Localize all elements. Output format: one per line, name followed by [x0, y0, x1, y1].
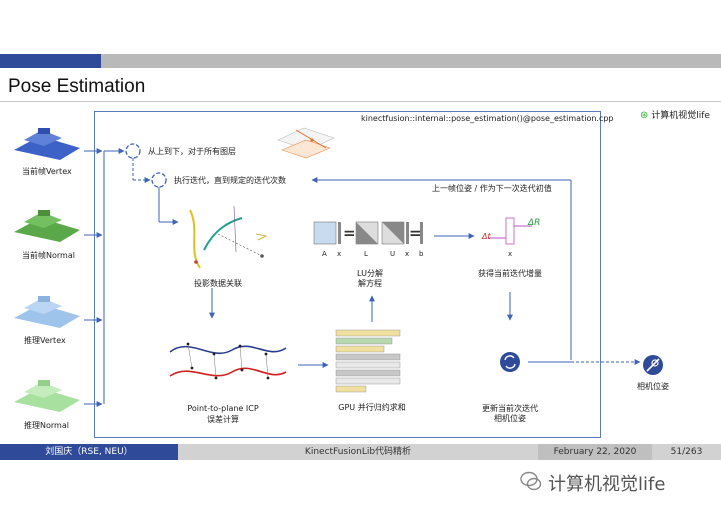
predicted-vertex-sheet [14, 296, 80, 328]
inner-loop-label: 执行迭代，直到规定的迭代次数 [174, 176, 286, 185]
lu-matrices [313, 221, 423, 245]
footer-page-number: 51/263 [652, 444, 721, 460]
watermark-text: 计算机视觉life [548, 474, 666, 495]
lu-symbol-b: b [419, 250, 424, 258]
delta-t-label: Δt [482, 232, 491, 241]
lu-symbol-equals-1: = [343, 224, 356, 242]
feedback-label: 上一帧位姿 / 作为下一次迭代初值 [432, 184, 552, 193]
output-camera-pose: 相机位姿 [637, 382, 669, 391]
input-label-predicted-normal: 推理Normal [24, 421, 69, 430]
lu-symbol-u: U [390, 250, 396, 258]
wechat-watermark-icon [520, 471, 542, 491]
pyramid-thumbnail [277, 127, 335, 159]
increment-illustration [488, 217, 532, 245]
step-increment: 获得当前迭代增量 [478, 269, 542, 278]
outer-loop-label: 从上到下，对于所有图层 [148, 147, 236, 156]
step-gpu-sum: GPU 并行归约求和 [338, 403, 406, 412]
footer-author: 刘国庆（RSE, NEU） [0, 444, 178, 460]
diagram-canvas [14, 127, 663, 412]
step-projection: 投影数据关联 [194, 279, 242, 288]
camera-pose-icon [643, 355, 663, 375]
lu-symbol-l: L [364, 250, 368, 258]
lu-symbol-x2: x [405, 250, 410, 258]
current-normal-sheet [14, 210, 80, 242]
delta-r-label: ΔR [528, 218, 541, 228]
step-icp-subtitle: 误差计算 [207, 415, 239, 424]
input-label-current-vertex: 当前帧Vertex [22, 167, 72, 176]
input-label-predicted-vertex: 推理Vertex [24, 336, 66, 345]
footer-date: February 22, 2020 [538, 444, 652, 460]
current-vertex-sheet [14, 128, 80, 160]
lu-symbol-equals-2: = [409, 224, 422, 242]
projection-illustration [189, 205, 268, 269]
step-lu-subtitle: 解方程 [358, 279, 382, 288]
outer-loop-icon [125, 143, 141, 159]
step-icp-title: Point-to-plane ICP [187, 404, 259, 413]
inner-loop-icon [151, 172, 167, 188]
delta-x-label: x [508, 250, 513, 258]
update-icon [500, 352, 520, 372]
step-update-subtitle: 相机位姿 [494, 414, 526, 423]
footer-course: KinectFusionLib代码精析 [178, 444, 538, 460]
input-label-current-normal: 当前帧Normal [22, 251, 75, 260]
icp-illustration [169, 342, 287, 380]
lu-symbol-x: x [337, 250, 342, 258]
gpu-reduction-grid [335, 329, 401, 393]
lu-symbol-a: A [322, 250, 327, 258]
predicted-normal-sheet [14, 380, 80, 412]
